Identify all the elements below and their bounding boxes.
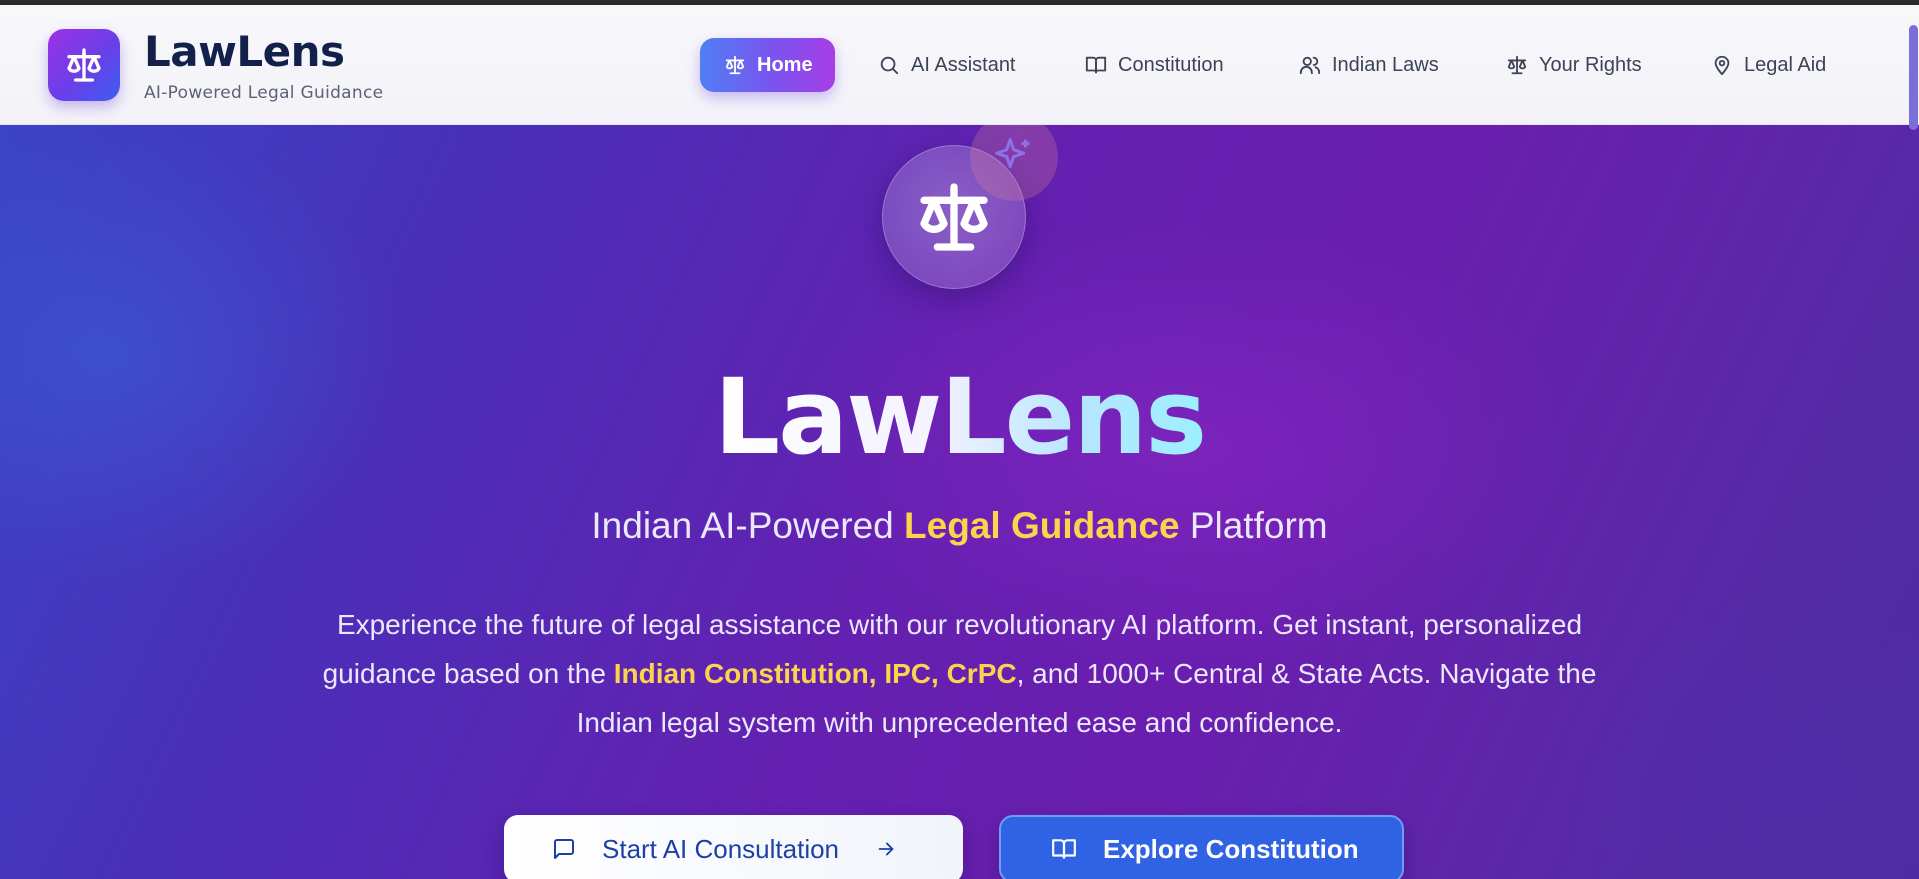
explore-constitution-button[interactable]: Explore Constitution: [999, 815, 1404, 879]
scales-icon: [1507, 55, 1527, 75]
desc-highlight: Indian Constitution, IPC, CrPC: [613, 658, 1017, 689]
message-square-icon: [554, 839, 574, 859]
book-icon: [1085, 56, 1107, 74]
brand-name[interactable]: LawLens: [144, 31, 345, 73]
nav-item-legal-aid[interactable]: Legal Aid: [1711, 38, 1826, 92]
scales-icon: [920, 183, 988, 251]
nav-item-label: Legal Aid: [1744, 53, 1827, 76]
hero-description: Experience the future of legal assistanc…: [270, 600, 1649, 747]
subtitle-post: Platform: [1179, 505, 1328, 546]
logo[interactable]: [48, 29, 120, 101]
site-header: LawLens AI-Powered Legal Guidance Home A…: [0, 5, 1919, 125]
hero-section: LawLens Indian AI-Powered Legal Guidance…: [0, 125, 1919, 879]
brand-tagline: AI-Powered Legal Guidance: [144, 83, 384, 103]
nav-item-your-rights[interactable]: Your Rights: [1506, 38, 1642, 92]
nav-item-label: Constitution: [1118, 53, 1224, 76]
book-open-icon: [1052, 839, 1076, 859]
button-label: Start AI Consultation: [602, 833, 840, 864]
nav-item-label: Indian Laws: [1332, 53, 1439, 76]
nav-item-label: Your Rights: [1539, 53, 1642, 76]
window-top-border: [0, 0, 1919, 5]
nav-item-label: AI Assistant: [911, 53, 1016, 76]
users-icon: [1299, 56, 1321, 75]
nav-item-home[interactable]: Home: [700, 38, 835, 92]
scrollbar-thumb[interactable]: [1909, 25, 1918, 130]
arrow-right-icon: [878, 842, 894, 856]
desc-line-2-post: , and 1000+ Central & State Acts. Naviga…: [1016, 658, 1597, 689]
scales-icon: [67, 48, 101, 82]
nav-item-constitution[interactable]: Constitution: [1085, 38, 1224, 92]
button-label: Explore Constitution: [1103, 833, 1359, 864]
nav-item-label: Home: [757, 53, 813, 76]
scrollbar[interactable]: [1907, 5, 1919, 879]
desc-line-1: Experience the future of legal assistanc…: [336, 609, 1583, 640]
hero-title: LawLens: [0, 360, 1919, 474]
start-consultation-button[interactable]: Start AI Consultation: [504, 815, 963, 879]
nav-item-ai-assistant[interactable]: AI Assistant: [878, 38, 1016, 92]
subtitle-highlight: Legal Guidance: [904, 505, 1180, 546]
sparkle-icon: [995, 138, 1030, 169]
map-pin-icon: [1714, 55, 1730, 76]
hero-subtitle: Indian AI-Powered Legal Guidance Platfor…: [0, 505, 1919, 547]
desc-line-3: Indian legal system with unprecedented e…: [576, 707, 1343, 738]
scales-icon: [725, 55, 745, 75]
desc-line-2-pre: guidance based on the: [322, 658, 614, 689]
hero-title-text: LawLens: [713, 356, 1207, 478]
search-icon: [880, 56, 899, 75]
nav-item-indian-laws[interactable]: Indian Laws: [1299, 38, 1439, 92]
subtitle-pre: Indian AI-Powered: [591, 505, 905, 546]
